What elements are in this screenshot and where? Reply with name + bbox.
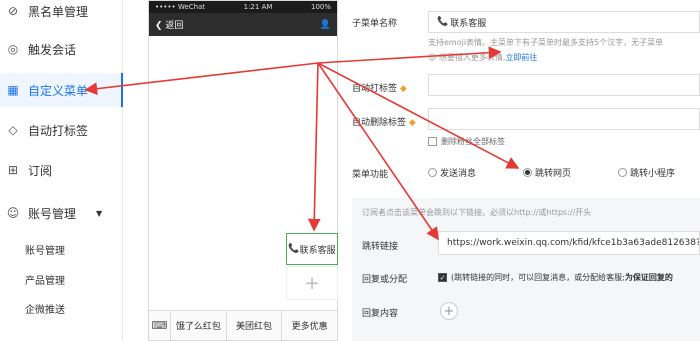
phone-submenu-item[interactable]: 📞 联系客服 (286, 233, 338, 265)
plus-icon: + (304, 272, 320, 294)
link-settings-panel: 订阅者点击该菜单会跳到以下链接。必须以http://或https://开头 跳转… (352, 198, 700, 341)
reply-content-label: 回复内容 (362, 309, 399, 319)
carrier-text: ••••• WeChat (155, 3, 206, 11)
plus-icon: + (443, 303, 455, 319)
reply-checkbox[interactable]: ✓ (438, 273, 447, 282)
sidebar-item-label: 自动打标签 (28, 123, 89, 138)
sidebar-item-label: 订阅 (28, 163, 53, 178)
add-submenu-button[interactable]: + (286, 266, 338, 300)
profile-icon[interactable]: 👤 (320, 20, 331, 30)
remove-all-checkbox[interactable] (428, 137, 437, 146)
emoji-link[interactable]: 立即前往 (505, 53, 537, 62)
submenu-label: 联系客服 (299, 245, 336, 256)
bottom-menu-item[interactable]: 美团红包 (227, 311, 283, 340)
user-block-icon: ⊘ (7, 4, 19, 18)
radio-dot (523, 168, 532, 177)
auto-tag-label: 自动打标签 ◆ (352, 81, 407, 94)
vip-icon: ◆ (399, 84, 407, 94)
user-icon: ☺ (6, 206, 20, 220)
add-reply-button[interactable]: + (440, 302, 458, 320)
phone-bottom-menu: ⌨ 饿了么红包 美团红包 更多优惠 (149, 310, 337, 340)
sidebar-item-auto-tag[interactable]: ◇ 自动打标签 (0, 113, 123, 147)
remove-all-label: 删除粉丝全部标签 (441, 137, 505, 146)
radio-dot (428, 168, 437, 177)
submenu-name-label: 子菜单名称 (352, 19, 398, 29)
chevron-down-icon: ▼ (96, 208, 103, 218)
reply-text: (跳转链接的同时，可以回复消息，或分配给客服;为保证回复的 (451, 272, 673, 283)
sidebar-item-account[interactable]: ☺ 账号管理 ▼ (0, 196, 123, 230)
sidebar-subitem-push[interactable]: 企微推送 (25, 301, 65, 316)
sidebar-item-blacklist[interactable]: ⊘ 黑名单管理 (0, 0, 123, 28)
menu-function-label: 菜单功能 (352, 170, 389, 180)
back-button[interactable]: ❮ 返回 (155, 18, 183, 31)
reply-text-bold: 为保证回复的 (624, 273, 673, 282)
emoji-link-row: ☺ 想要插入更多表情,立即前往 (428, 52, 537, 63)
time-text: 1:21 AM (243, 3, 273, 11)
submenu-name-value: 联系客服 (450, 18, 487, 29)
sidebar-subitem-products[interactable]: 产品管理 (25, 272, 65, 287)
reply-text-normal: (跳转链接的同时，可以回复消息，或分配给客服; (451, 273, 625, 282)
reply-label: 回复或分配 (362, 275, 408, 285)
broadcast-icon: ◎ (7, 42, 19, 56)
emoji-link-prefix: 想要插入更多表情, (438, 53, 506, 62)
chevron-left-icon: ❮ (155, 21, 166, 31)
keyboard-icon[interactable]: ⌨ (149, 311, 171, 340)
sidebar-item-label: 自定义菜单 (28, 83, 89, 98)
sidebar-item-label: 触发会话 (28, 42, 77, 57)
smile-icon: ☺ (428, 53, 439, 62)
panel-hint: 订阅者点击该菜单会跳到以下链接。必须以http://或https://开头 (362, 208, 592, 217)
back-label: 返回 (165, 21, 184, 31)
grid-icon: ▦ (7, 83, 19, 97)
phone-status-bar: ••••• WeChat 1:21 AM 100% (149, 1, 337, 13)
link-input[interactable]: https://work.weixin.qq.com/kfid/kfce1b3a… (438, 231, 700, 255)
radio-label: 跳转小程序 (630, 169, 676, 179)
tag-icon: ◇ (8, 123, 18, 137)
radio-label: 发送消息 (440, 169, 477, 179)
sidebar: ⊘ 黑名单管理 ◎ 触发会话 ▦ 自定义菜单 ◇ 自动打标签 ⊞ 订阅 ☺ 账号… (0, 0, 123, 341)
radio-label: 跳转网页 (535, 169, 572, 179)
auto-remove-label-text: 自动删除标签 (352, 118, 407, 128)
phone-icon: 📞 (437, 17, 449, 27)
sidebar-subitem-account[interactable]: 账号管理 (25, 242, 65, 257)
sidebar-item-label: 黑名单管理 (28, 4, 89, 19)
sidebar-item-trigger-session[interactable]: ◎ 触发会话 (0, 32, 123, 66)
link-value: https://work.weixin.qq.com/kfid/kfce1b3a… (447, 238, 700, 248)
subscribe-icon: ⊞ (7, 163, 19, 177)
submenu-name-input[interactable]: 📞 联系客服 (428, 11, 700, 33)
phone-navbar: ❮ 返回 👤 (149, 13, 337, 36)
sidebar-item-custom-menu[interactable]: ▦ 自定义菜单 (0, 73, 123, 107)
radio-jump-web[interactable]: 跳转网页 (523, 166, 571, 179)
battery-text: 100% (310, 3, 331, 11)
auto-remove-input[interactable] (428, 108, 700, 130)
radio-send-message[interactable]: 发送消息 (428, 166, 476, 179)
sidebar-item-label: 账号管理 (28, 206, 77, 221)
emoji-hint: 支持emoji表情。主菜单下有子菜单时最多支持5个汉字，无子菜单 (428, 38, 664, 47)
bottom-menu-item[interactable]: 饿了么红包 (171, 311, 227, 340)
auto-tag-input[interactable] (428, 74, 700, 96)
radio-jump-miniprogram[interactable]: 跳转小程序 (618, 166, 675, 179)
phone-preview: ••••• WeChat 1:21 AM 100% ❮ 返回 👤 📞 联系客服 … (148, 0, 338, 341)
vip-icon: ◆ (408, 118, 416, 128)
link-label: 跳转链接 (362, 242, 399, 252)
auto-tag-label-text: 自动打标签 (352, 84, 398, 94)
phone-icon: 📞 (288, 244, 300, 254)
menu-edit-form: 子菜单名称 📞 联系客服 支持emoji表情。主菜单下有子菜单时最多支持5个汉字… (340, 0, 700, 341)
sidebar-item-subscribe[interactable]: ⊞ 订阅 (0, 153, 123, 187)
radio-dot (618, 168, 627, 177)
bottom-menu-item[interactable]: 更多优惠 (282, 311, 337, 340)
auto-remove-label: 自动删除标签 ◆ (352, 115, 416, 128)
